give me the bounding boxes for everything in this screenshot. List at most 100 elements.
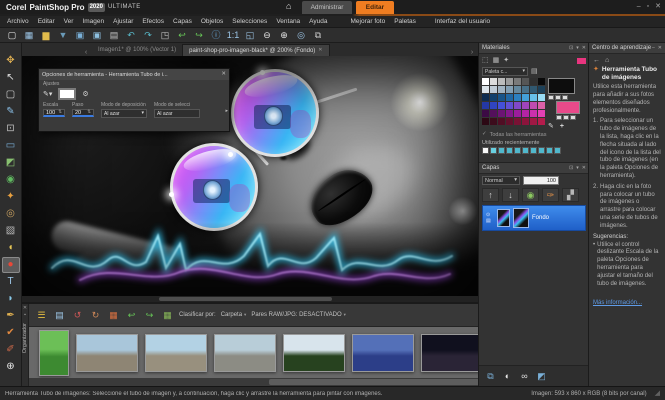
color-swatch[interactable] <box>514 110 521 117</box>
callout-tool[interactable]: ◗ <box>2 291 20 307</box>
color-swatch[interactable] <box>522 102 529 109</box>
selection-tool[interactable]: ▢ <box>2 87 20 103</box>
fill-tool[interactable]: ▧ <box>2 223 20 239</box>
color-swatch[interactable] <box>506 94 513 101</box>
duplicate-icon[interactable]: ⧉ <box>311 29 325 41</box>
pin-organizer-icon[interactable]: ▪ <box>24 313 26 318</box>
minimize-panel-icon[interactable]: – <box>652 46 655 51</box>
document-tab-paint-shop[interactable]: paint-shop-pro-imagen-black* @ 200% (Fon… <box>182 44 329 56</box>
close-icon[interactable]: ✕ <box>221 72 226 78</box>
undo-history-icon[interactable]: ↩ <box>175 29 189 41</box>
home-icon[interactable]: ⌂ <box>286 2 291 11</box>
toggle-contrast-icon[interactable]: ◐ <box>501 370 514 383</box>
bg-pattern-mode-icon[interactable] <box>570 115 576 120</box>
menu-item[interactable]: Ajustar <box>113 18 133 25</box>
add-tool-button[interactable]: ⊕ <box>2 359 20 375</box>
color-swatch[interactable] <box>514 78 521 85</box>
frame-tab-icon[interactable]: ⬚ <box>482 57 489 64</box>
redo-icon[interactable]: ↷ <box>141 29 155 41</box>
pan-tool[interactable]: ✥ <box>2 53 20 69</box>
color-swatch[interactable] <box>538 110 545 117</box>
layer-link-icon[interactable]: ▤ <box>486 219 494 224</box>
print-icon[interactable]: ▤ <box>107 29 121 41</box>
dropper-icon[interactable]: ✎ <box>548 123 554 130</box>
zoom-tool-icon[interactable]: ◎ <box>294 29 308 41</box>
fg-color-mode-icon[interactable] <box>548 95 554 100</box>
color-swatch[interactable] <box>538 86 545 93</box>
color-swatch[interactable] <box>498 78 505 85</box>
panel-menu-icon[interactable]: ▾ <box>576 166 579 171</box>
home-icon[interactable]: ⌂ <box>605 57 609 64</box>
recent-color-swatch[interactable] <box>514 147 521 154</box>
panel-overflow-icon[interactable]: ▸ <box>225 109 228 114</box>
menu-item[interactable]: Ventana <box>276 18 300 25</box>
redo-history-icon[interactable]: ↪ <box>192 29 206 41</box>
tool-options-titlebar[interactable]: Opciones de herramienta - Herramienta Tu… <box>39 69 229 80</box>
color-swatch[interactable] <box>522 118 529 125</box>
new-layer-icon[interactable]: ↑ <box>482 188 499 202</box>
presets-dropdown-icon[interactable]: ✎▾ <box>43 91 52 98</box>
bg-gradient-mode-icon[interactable] <box>563 115 569 120</box>
calendar-icon[interactable]: ▦ <box>161 309 174 322</box>
zoom-out-icon[interactable]: ⊖ <box>260 29 274 41</box>
visibility-icon[interactable]: ◉ <box>522 188 539 202</box>
share-icon[interactable]: ▦ <box>107 309 120 322</box>
color-swatch[interactable] <box>538 118 545 125</box>
color-swatch[interactable] <box>490 86 497 93</box>
close-organizer-icon[interactable]: ✕ <box>23 306 27 311</box>
recent-color-swatch[interactable] <box>554 147 561 154</box>
menu-item[interactable]: Objetos <box>201 18 223 25</box>
color-swatch[interactable] <box>530 118 537 125</box>
learning-center-header[interactable]: Centro de aprendizaje –✕ <box>589 43 665 54</box>
close-panel-icon[interactable]: ✕ <box>658 46 662 51</box>
browse-workspace-icon[interactable]: ▦ <box>22 29 36 41</box>
menu-item[interactable]: Editar <box>38 18 55 25</box>
thumb-panorama-2[interactable] <box>145 334 207 372</box>
airbrush-tool[interactable]: ✐ <box>2 342 20 358</box>
undo-icon[interactable]: ↶ <box>124 29 138 41</box>
color-swatch[interactable] <box>490 118 497 125</box>
palette-select[interactable]: Paleta c... ▾ <box>482 67 528 76</box>
layer-visibility-icon[interactable]: ⊙ <box>486 213 494 218</box>
menu-item[interactable]: Paletas <box>394 18 416 25</box>
tab-scroll-left-icon[interactable]: ‹ <box>80 49 92 56</box>
color-swatch[interactable] <box>522 78 529 85</box>
eraser-tool[interactable]: ◖ <box>2 240 20 256</box>
straighten-tool[interactable]: ▭ <box>2 138 20 154</box>
layer-row-fondo[interactable]: ⊙ ▤ Fondo <box>482 205 586 231</box>
color-swatch[interactable] <box>498 110 505 117</box>
menu-item[interactable]: Selecciones <box>232 18 267 25</box>
all-tools-checkbox[interactable]: ✓ Todas las herramientas <box>482 132 586 138</box>
rotate-right-icon[interactable]: ↻ <box>89 309 102 322</box>
minimize-button[interactable]: – <box>637 2 641 12</box>
thumbnail-view-icon[interactable]: ☰ <box>35 309 48 322</box>
color-swatch[interactable] <box>490 110 497 117</box>
recent-color-swatch[interactable] <box>498 147 505 154</box>
fg-gradient-mode-icon[interactable] <box>555 95 561 100</box>
info-view-icon[interactable]: ▤ <box>53 309 66 322</box>
deposicion-select[interactable]: Al azar ▾ <box>101 109 147 118</box>
color-swatch[interactable] <box>498 86 505 93</box>
add-color-icon[interactable]: + <box>560 123 564 130</box>
color-swatch[interactable] <box>498 94 505 101</box>
thumb-night-city[interactable] <box>421 334 483 372</box>
undo-icon[interactable]: ↩ <box>125 309 138 322</box>
save-as-icon[interactable]: ▣ <box>90 29 104 41</box>
tab-scroll-right-icon[interactable]: › <box>466 49 478 56</box>
color-swatch[interactable] <box>498 118 505 125</box>
color-swatch[interactable] <box>490 78 497 85</box>
color-swatch[interactable] <box>522 110 529 117</box>
color-swatch[interactable] <box>514 86 521 93</box>
color-swatch[interactable] <box>506 110 513 117</box>
dropper-tool[interactable]: ✎ <box>2 104 20 120</box>
menu-item[interactable]: Ver <box>64 18 74 25</box>
save-icon[interactable]: ▣ <box>73 29 87 41</box>
recent-color-swatch[interactable] <box>490 147 497 154</box>
import-icon[interactable]: ▼ <box>56 29 70 41</box>
toggle-mixer-icon[interactable]: ◩ <box>535 370 548 383</box>
color-swatch[interactable] <box>482 94 489 101</box>
close-panel-icon[interactable]: ✕ <box>582 166 586 171</box>
color-swatch[interactable] <box>522 86 529 93</box>
open-icon[interactable]: ▆ <box>39 29 53 41</box>
opacity-slider[interactable]: 100 <box>523 176 559 185</box>
